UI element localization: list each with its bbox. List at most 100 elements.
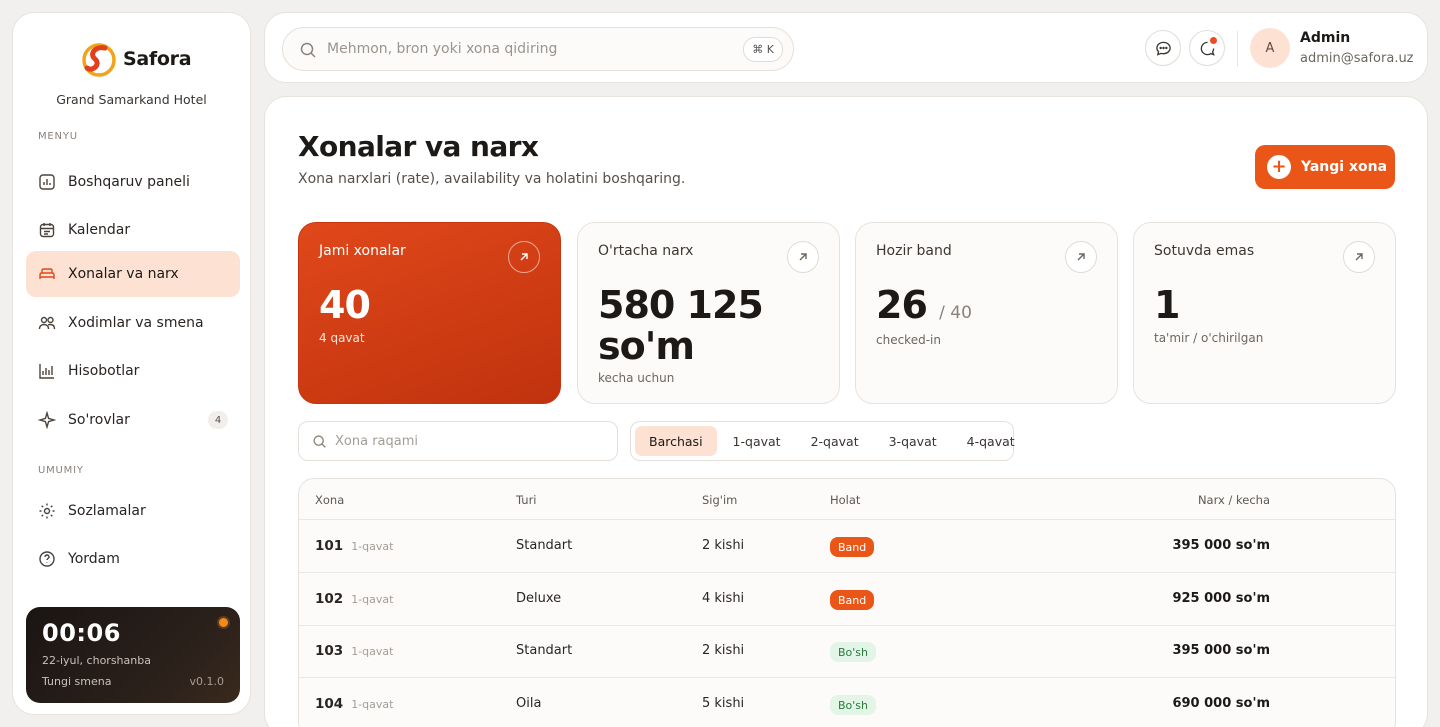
safora-logo-icon [82, 43, 116, 77]
floor-tab-1[interactable]: 1-qavat [719, 426, 795, 456]
calendar-icon [39, 223, 55, 238]
bed-icon [39, 268, 55, 279]
room-number-value: 104 [315, 696, 344, 712]
column-header-status[interactable]: Holat [830, 493, 860, 507]
new-room-button[interactable]: + Yangi xona [1255, 145, 1395, 189]
new-room-label: Yangi xona [1301, 159, 1388, 175]
help-icon [39, 551, 55, 567]
table-row[interactable]: 102 1-qavat Deluxe 4 kishi Band 925 000 s… [299, 573, 1395, 626]
room-number: 104 1-qavat [315, 696, 393, 712]
arrow-up-right-icon[interactable] [1065, 241, 1097, 273]
chat-icon [1155, 41, 1171, 56]
column-header-capacity[interactable]: Sig'im [702, 493, 737, 507]
room-number: 102 1-qavat [315, 591, 393, 607]
floor-tab-3[interactable]: 3-qavat [875, 426, 951, 456]
stat-value: 26 / 40 [876, 285, 972, 334]
column-header-type[interactable]: Turi [516, 493, 537, 507]
brand-name: Safora [123, 48, 192, 70]
clock-date: 22-iyul, chorshanba [42, 654, 151, 667]
sidebar-item-label: So'rovlar [68, 412, 130, 428]
room-number-value: 103 [315, 643, 344, 659]
brand-logo[interactable]: Safora [81, 40, 192, 78]
sidebar-item-label: Sozlamalar [68, 503, 146, 519]
room-type: Standart [516, 538, 573, 553]
sidebar: Safora Grand Samarkand Hotel MENYU Boshq… [12, 12, 251, 715]
floor-tab-4[interactable]: 4-qavat [953, 426, 1029, 456]
app-version: v0.1.0 [189, 675, 225, 688]
sidebar-item-requests[interactable]: So'rovlar 4 [26, 397, 240, 443]
sidebar-item-label: Xonalar va narx [68, 266, 179, 282]
user-name[interactable]: Admin [1300, 30, 1350, 46]
avatar[interactable]: A [1250, 28, 1290, 68]
room-capacity: 2 kishi [702, 538, 745, 553]
room-price: 395 000 so'm [1172, 538, 1270, 553]
occupied-count: 26 [876, 283, 928, 327]
menu-section-label: MENYU [38, 131, 78, 142]
stat-card-out-of-service[interactable]: Sotuvda emas 1 ta'mir / o'chirilgan [1133, 222, 1396, 404]
shift-clock-card: 00:06 22-iyul, chorshanba Tungi smena v0… [26, 607, 240, 703]
sidebar-item-settings[interactable]: Sozlamalar [26, 488, 240, 534]
arrow-up-right-icon[interactable] [508, 241, 540, 273]
stat-note: kecha uchun [598, 371, 675, 385]
stat-value: 40 [319, 283, 371, 327]
sidebar-item-dashboard[interactable]: Boshqaruv paneli [26, 159, 240, 205]
stat-value: 1 [1154, 283, 1180, 327]
status-badge: Band [830, 590, 875, 610]
arrow-up-right-icon[interactable] [787, 241, 819, 273]
gear-icon [39, 503, 55, 519]
room-capacity: 2 kishi [702, 643, 745, 658]
sparkle-icon [38, 411, 56, 429]
general-section-label: UMUMIY [38, 465, 84, 476]
table-row[interactable]: 101 1-qavat Standart 2 kishi Band 395 000… [299, 520, 1395, 573]
sidebar-item-label: Hisobotlar [68, 363, 140, 379]
total-rooms-suffix: / 40 [939, 303, 972, 323]
messages-button[interactable] [1145, 30, 1181, 66]
floor-filter-tabs: Barchasi 1-qavat 2-qavat 3-qavat 4-qavat [630, 421, 1015, 461]
clock-time: 00:06 [42, 619, 121, 647]
room-capacity: 5 kishi [702, 696, 745, 711]
chart-icon [39, 364, 54, 379]
room-number-value: 101 [315, 538, 344, 554]
stat-card-average-price[interactable]: O'rtacha narx 580 125 so'm kecha uchun [577, 222, 840, 404]
search-input[interactable] [327, 28, 727, 70]
sidebar-item-help[interactable]: Yordam [26, 536, 240, 582]
divider [1237, 31, 1238, 67]
arrow-up-right-icon[interactable] [1343, 241, 1375, 273]
live-indicator [219, 618, 228, 627]
sidebar-item-calendar[interactable]: Kalendar [26, 207, 240, 253]
sidebar-item-label: Yordam [68, 551, 120, 567]
stat-label: O'rtacha narx [598, 243, 694, 259]
search-icon [300, 42, 316, 58]
room-search[interactable] [298, 421, 618, 461]
floor-tab-2[interactable]: 2-qavat [797, 426, 873, 456]
sidebar-item-reports[interactable]: Hisobotlar [26, 348, 240, 394]
room-capacity: 4 kishi [702, 591, 745, 606]
room-type: Oila [516, 696, 542, 711]
status-badge: Bo'sh [830, 695, 877, 715]
hotel-name: Grand Samarkand Hotel [56, 92, 207, 107]
table-row[interactable]: 104 1-qavat Oila 5 kishi Bo'sh 690 000 so… [299, 678, 1395, 727]
room-price: 925 000 so'm [1172, 591, 1270, 606]
sidebar-item-rooms[interactable]: Xonalar va narx [26, 251, 240, 297]
sidebar-item-staff[interactable]: Xodimlar va smena [26, 300, 240, 346]
column-header-price[interactable]: Narx / kecha [1198, 493, 1270, 507]
search-shortcut: ⌘ K [743, 37, 783, 62]
notifications-button[interactable] [1189, 30, 1225, 66]
room-number: 103 1-qavat [315, 643, 393, 659]
sidebar-item-label: Boshqaruv paneli [68, 174, 190, 190]
room-number-input[interactable] [335, 422, 605, 460]
stat-note: 4 qavat [319, 331, 365, 345]
requests-count-badge: 4 [208, 411, 228, 429]
room-type: Deluxe [516, 591, 562, 606]
room-price: 395 000 so'm [1172, 643, 1270, 658]
table-row[interactable]: 103 1-qavat Standart 2 kishi Bo'sh 395 00… [299, 625, 1395, 678]
global-search[interactable]: ⌘ K [282, 27, 794, 71]
stat-card-total-rooms[interactable]: Jami xonalar 40 4 qavat [298, 222, 561, 404]
stat-card-occupied[interactable]: Hozir band 26 / 40 checked-in [855, 222, 1118, 404]
floor-tab-all[interactable]: Barchasi [635, 426, 717, 456]
users-icon [38, 316, 56, 330]
top-bar: ⌘ K A Admin admin@safora.uz [264, 12, 1428, 83]
column-header-room[interactable]: Xona [315, 493, 344, 507]
room-floor: 1-qavat [351, 540, 394, 553]
page-title: Xonalar va narx [298, 130, 539, 163]
